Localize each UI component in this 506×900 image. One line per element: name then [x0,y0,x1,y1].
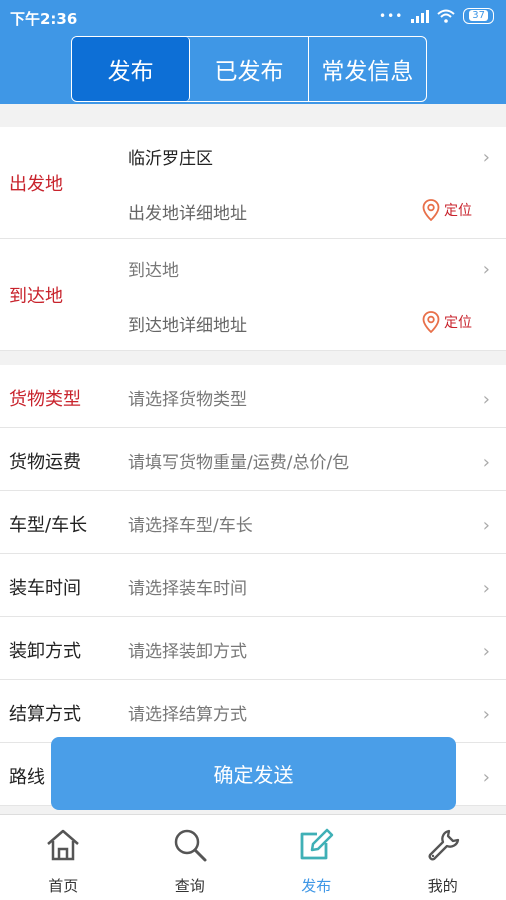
app-header: 下午2:36 ••• 37 发布 已发布 常发信息 [0,0,506,104]
tab-published[interactable]: 已发布 [190,37,309,101]
location-pin-icon [422,311,440,333]
battery-level: 37 [469,10,488,21]
status-icons: ••• 37 [379,8,494,24]
row-label: 货物类型 [9,389,81,410]
form-row-cargo-type[interactable]: 货物类型 请选择货物类型 › [0,365,506,428]
battery-icon: 37 [463,8,494,24]
edit-icon [300,828,334,860]
tabbar-mine[interactable]: 我的 [380,815,506,900]
row-label: 装卸方式 [9,641,81,662]
form-row-settlement[interactable]: 结算方式 请选择结算方式 › [0,680,506,743]
location-card: 出发地 临沂罗庄区 › 出发地详细地址 定位 到达地 到达地 › 到达地详细地址… [0,127,506,351]
row-placeholder: 请选择结算方式 [128,705,247,725]
arrival-label: 到达地 [9,286,63,307]
chevron-right-icon: › [482,515,490,536]
form-row-loading-time[interactable]: 装车时间 请选择装车时间 › [0,554,506,617]
search-icon [174,829,207,862]
tabbar-label: 查询 [174,877,205,895]
tab-publish[interactable]: 发布 [72,37,191,101]
departure-locate-label: 定位 [444,203,472,219]
chevron-right-icon: › [482,767,490,788]
row-placeholder: 请选择车型/车长 [128,516,253,536]
tabbar-label: 我的 [427,877,458,895]
form-row-handling-method[interactable]: 装卸方式 请选择装卸方式 › [0,617,506,680]
departure-detail-input[interactable]: 出发地详细地址 [128,199,247,224]
arrival-detail-input[interactable]: 到达地详细地址 [128,311,247,336]
status-bar: 下午2:36 ••• 37 [0,0,506,36]
row-label: 路线 [9,767,45,788]
publish-tabs: 发布 已发布 常发信息 [71,36,427,102]
row-label: 车型/车长 [9,515,88,536]
notification-dots-icon: ••• [379,9,404,23]
chevron-right-icon: › [482,452,490,473]
location-pin-icon [422,199,440,221]
tabbar-label: 发布 [301,877,332,895]
chevron-right-icon: › [482,389,490,410]
bottom-tabbar: 首页 查询 发布 我的 [0,814,506,900]
arrival-locate-label: 定位 [444,315,472,331]
chevron-right-icon: › [482,259,490,280]
arrival-city[interactable]: 到达地 [128,256,179,281]
arrival-locate-button[interactable]: 定位 [422,311,472,333]
row-placeholder: 请选择装卸方式 [128,642,247,662]
wifi-icon [437,9,455,23]
chevron-right-icon: › [482,641,490,662]
status-time: 下午2:36 [10,10,78,28]
departure-label: 出发地 [9,174,63,195]
tab-frequent-info[interactable]: 常发信息 [309,37,426,101]
confirm-send-button[interactable]: 确定发送 [51,737,456,810]
tabbar-publish[interactable]: 发布 [253,815,380,900]
chevron-right-icon: › [482,147,490,168]
departure-locate-button[interactable]: 定位 [422,199,472,221]
arrival-block[interactable]: 到达地 到达地 › 到达地详细地址 定位 [0,239,506,351]
tabbar-label: 首页 [48,877,79,895]
chevron-right-icon: › [482,578,490,599]
chevron-right-icon: › [482,704,490,725]
signal-icon [411,9,430,23]
row-placeholder: 请填写货物重量/运费/总价/包 [128,453,350,473]
form-row-freight[interactable]: 货物运费 请填写货物重量/运费/总价/包 › [0,428,506,491]
tabbar-home[interactable]: 首页 [0,815,127,900]
home-icon [47,829,80,861]
tabbar-search[interactable]: 查询 [127,815,254,900]
row-label: 货物运费 [9,452,81,473]
departure-city[interactable]: 临沂罗庄区 [128,144,213,169]
row-label: 装车时间 [9,578,81,599]
departure-block[interactable]: 出发地 临沂罗庄区 › 出发地详细地址 定位 [0,127,506,239]
row-placeholder: 请选择装车时间 [128,579,247,599]
row-label: 结算方式 [9,704,81,725]
form-row-vehicle-type[interactable]: 车型/车长 请选择车型/车长 › [0,491,506,554]
wrench-icon [428,829,459,861]
row-placeholder: 请选择货物类型 [128,390,247,410]
